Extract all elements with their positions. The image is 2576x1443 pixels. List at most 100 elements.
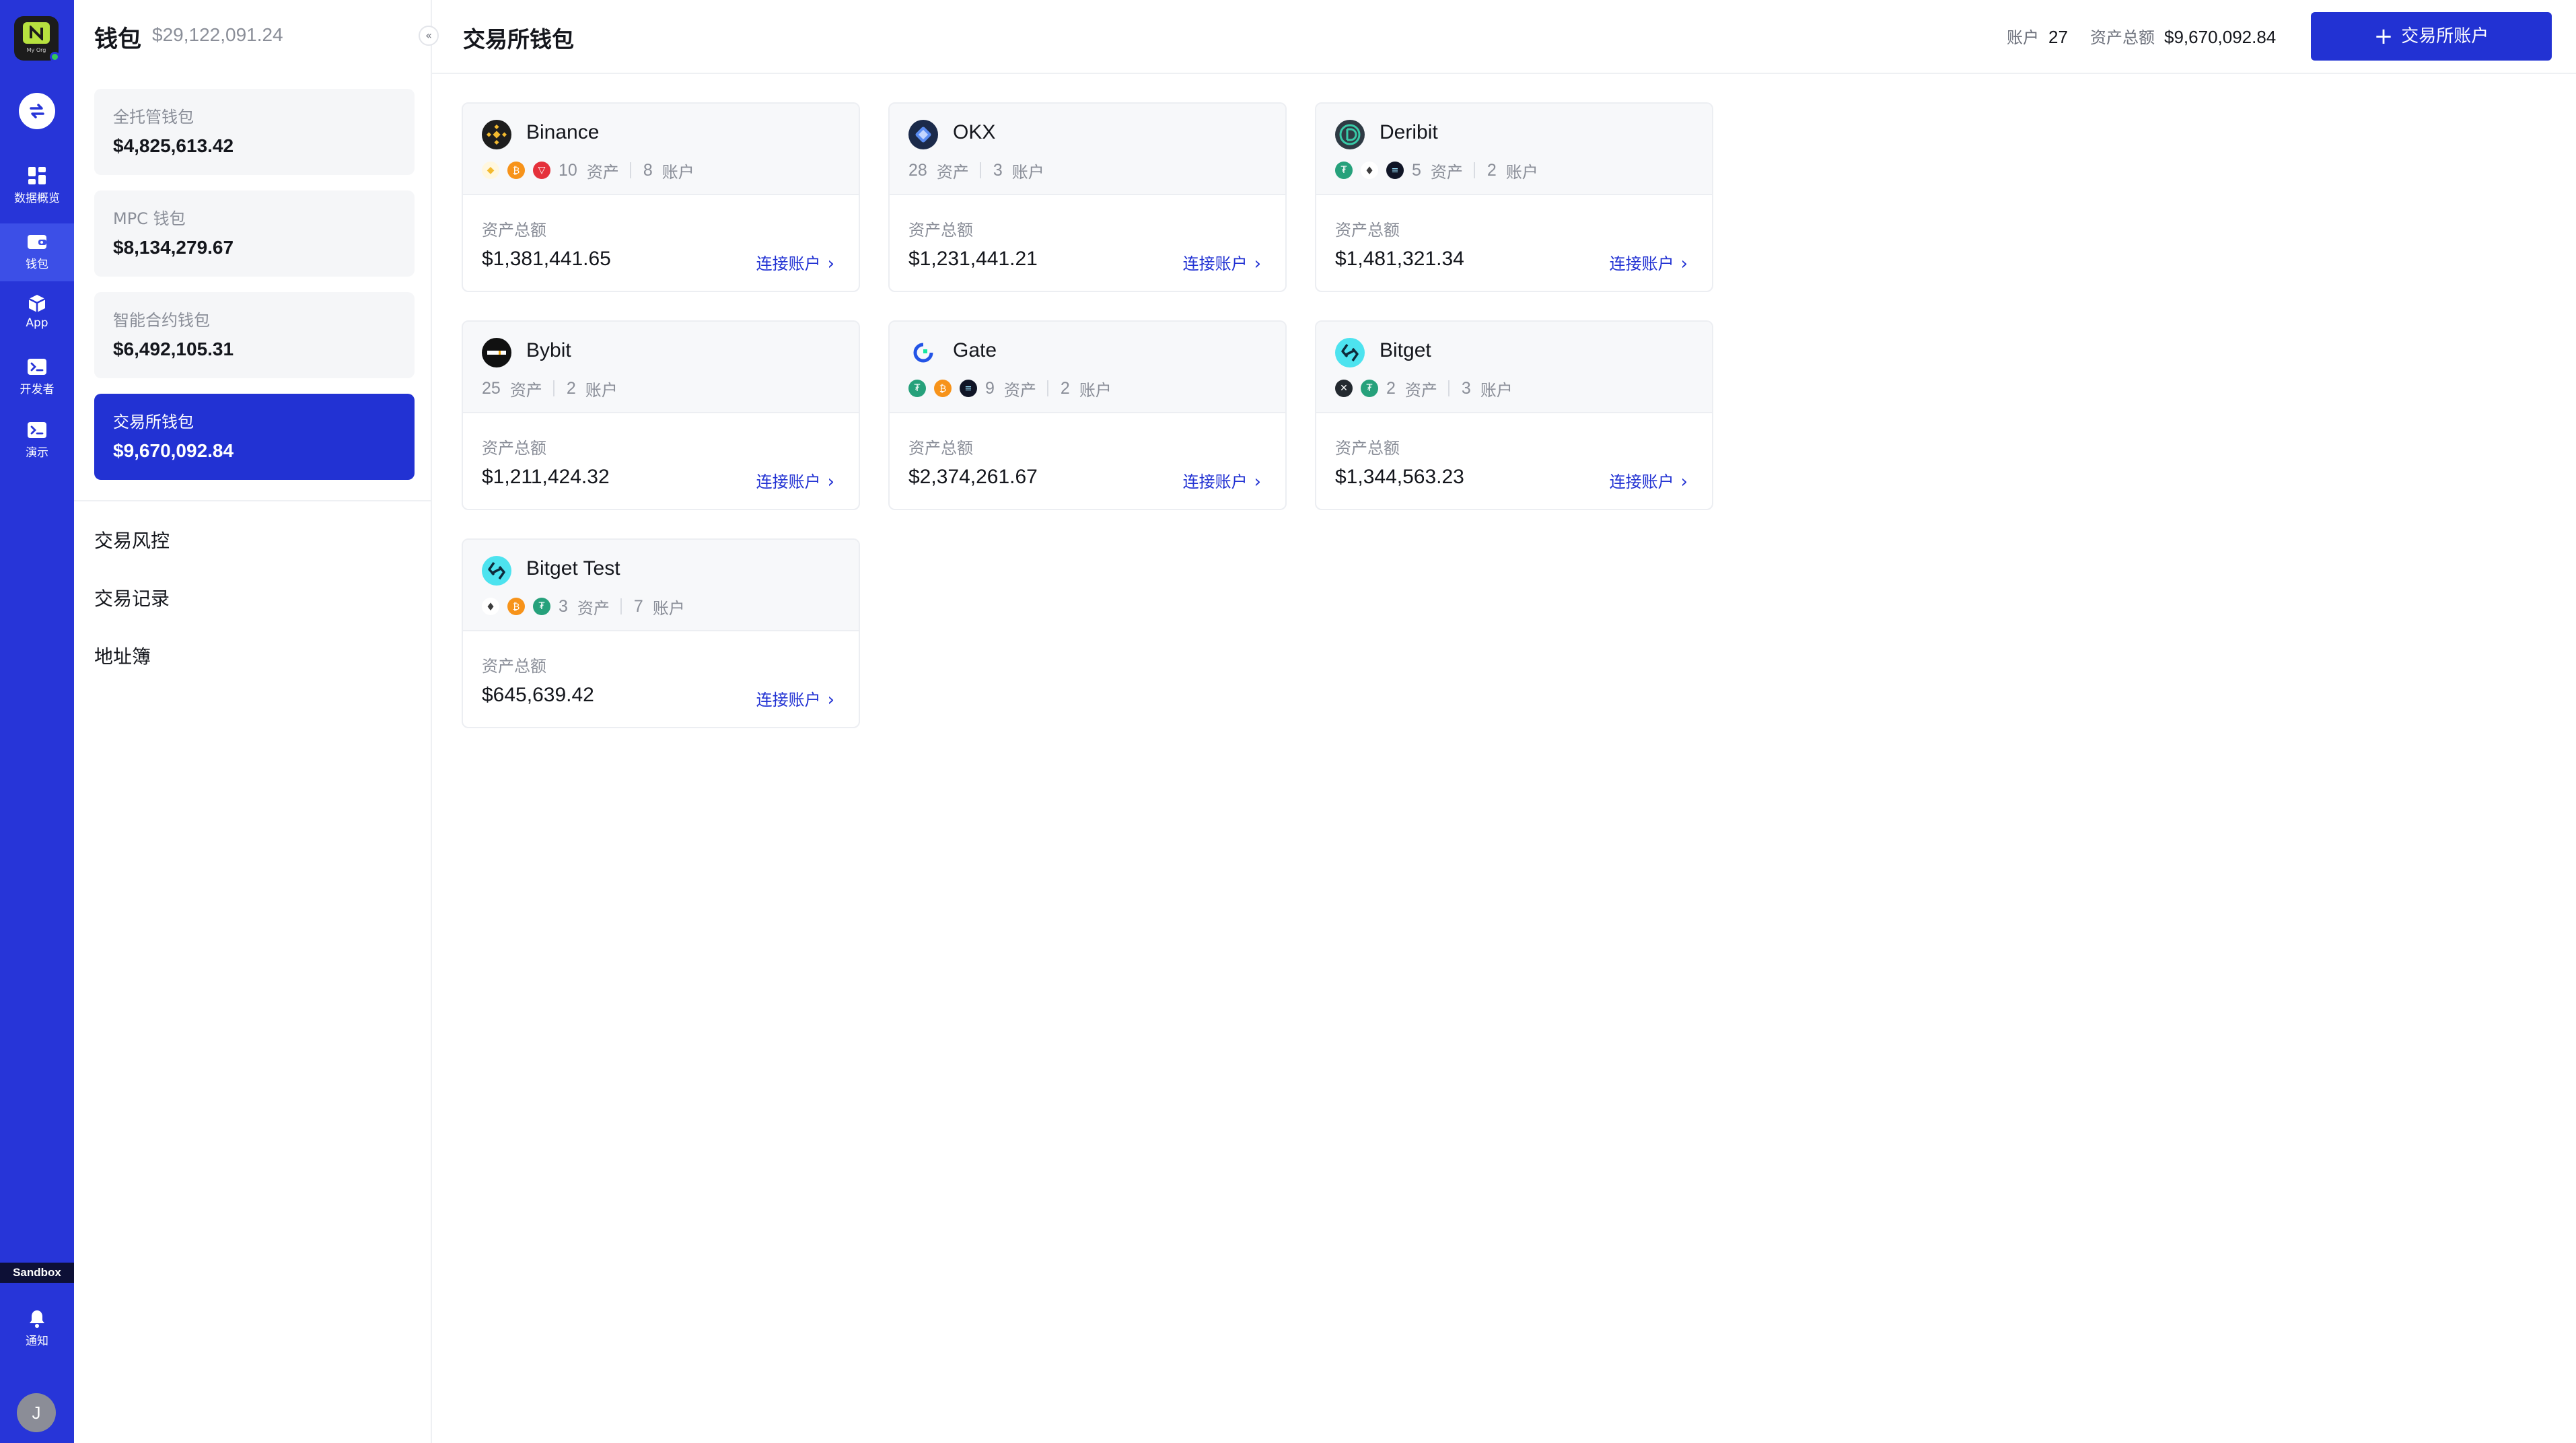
total-assets-label: 资产总额 [482, 657, 546, 676]
usdt-coin-icon: ₮ [533, 598, 550, 615]
connect-account-label: 连接账户 [1609, 472, 1674, 491]
total-assets-label: 资产总额 [1335, 221, 1400, 240]
sidebar-divider [74, 500, 431, 501]
sidebar-link-address-book[interactable]: 地址簿 [94, 642, 151, 669]
usdt-coin-icon: ₮ [908, 380, 926, 397]
total-assets-value: $1,211,424.32 [482, 466, 610, 488]
sidebar-link-transactions[interactable]: 交易记录 [94, 584, 170, 611]
exchange-meta: ✕ ₮ 2 资产 3 账户 [1335, 377, 1513, 400]
accounts-stat-value: 27 [2048, 27, 2068, 47]
wallet-card-exchange[interactable]: 交易所钱包 $9,670,092.84 [94, 394, 415, 480]
nav-app[interactable]: App [0, 293, 74, 351]
account-count-label: 账户 [1505, 162, 1538, 182]
exchange-meta: ◆ ₿ ▽ 10 资产 8 账户 [482, 159, 694, 182]
exchange-meta: ₮ ₿ ≡ 9 资产 2 账户 [908, 377, 1112, 400]
nav-wallet[interactable]: 钱包 [0, 223, 74, 281]
exchange-card-header: Bitget Test ♦ ₿ ₮ 3 资产 7 账户 [463, 540, 859, 631]
nav-demo[interactable]: 演示 [0, 420, 74, 478]
asset-count-label: 资产 [586, 162, 619, 182]
total-assets-value: $1,381,441.65 [482, 248, 611, 270]
usdt-coin-icon: ₮ [1335, 162, 1353, 179]
cube-icon [28, 295, 46, 312]
gate-logo-icon [908, 338, 938, 367]
total-assets-stat: 资产总额 $9,670,092.84 [2090, 24, 2276, 48]
asset-count: 2 [1386, 378, 1396, 398]
account-count: 2 [1487, 160, 1497, 180]
add-exchange-account-label: 交易所账户 [2401, 26, 2489, 46]
account-count-label: 账户 [652, 598, 685, 618]
account-count: 2 [1060, 378, 1070, 398]
exchange-card-header: OKX 28 资产 3 账户 [890, 104, 1285, 195]
connect-account-link[interactable]: 连接账户 › [1610, 250, 1688, 274]
bitget-logo-icon [482, 556, 511, 586]
btc-coin-icon: ₿ [507, 598, 525, 615]
plus-icon: + [2373, 23, 2394, 50]
wallet-card-value: $4,825,613.42 [113, 135, 234, 156]
bnb-coin-icon: ◆ [482, 162, 499, 179]
wallet-card-mpc[interactable]: MPC 钱包 $8,134,279.67 [94, 190, 415, 277]
exchange-card-okx[interactable]: OKX 28 资产 3 账户 资产总额 $1,231,441.21 连接账户 › [888, 102, 1287, 292]
exchange-card-bitget[interactable]: Bitget ✕ ₮ 2 资产 3 账户 资产总额 $1,344,563.23 … [1315, 320, 1713, 510]
exchange-card-gate[interactable]: Gate ₮ ₿ ≡ 9 资产 2 账户 资产总额 $2,374,261.67 … [888, 320, 1287, 510]
wallet-card-smart-contract[interactable]: 智能合约钱包 $6,492,105.31 [94, 292, 415, 378]
deribit-logo-icon [1335, 120, 1365, 149]
account-count-label: 账户 [1079, 380, 1112, 400]
nav-notifications[interactable]: 通知 [0, 1308, 74, 1366]
total-assets-value: $1,481,321.34 [1335, 248, 1464, 270]
exchange-name: Bybit [526, 339, 571, 361]
exchange-name: Bitget Test [526, 557, 620, 579]
nav-dashboard[interactable]: 数据概览 [0, 166, 74, 223]
exchange-card-header: Gate ₮ ₿ ≡ 9 资产 2 账户 [890, 322, 1285, 413]
account-count: 8 [643, 160, 653, 180]
total-assets-value: $2,374,261.67 [908, 466, 1038, 488]
account-count: 7 [633, 596, 643, 616]
connect-account-link[interactable]: 连接账户 › [1183, 250, 1261, 274]
total-assets-label: 资产总额 [908, 221, 973, 240]
avatar[interactable]: J [17, 1393, 56, 1432]
connect-account-link[interactable]: 连接账户 › [1183, 468, 1261, 492]
sol-coin-icon: ≡ [1386, 162, 1404, 179]
connect-account-label: 连接账户 [1609, 254, 1674, 273]
nav-label: 数据概览 [14, 192, 60, 205]
nav-developer[interactable]: 开发者 [0, 357, 74, 415]
nav-label: App [26, 316, 48, 330]
nav-label: 钱包 [26, 258, 48, 271]
org-logo[interactable]: My Org [14, 16, 60, 62]
wallet-icon [28, 235, 46, 249]
sidebar-link-risk-control[interactable]: 交易风控 [94, 526, 170, 553]
meta-divider [1046, 380, 1048, 396]
asset-count-label: 资产 [1430, 162, 1463, 182]
exchange-meta: ₮ ♦ ≡ 5 资产 2 账户 [1335, 159, 1538, 182]
account-count: 2 [566, 378, 576, 398]
sol-coin-icon: ≡ [960, 380, 977, 397]
connect-account-link[interactable]: 连接账户 › [756, 687, 834, 710]
exchange-card-deribit[interactable]: Deribit ₮ ♦ ≡ 5 资产 2 账户 资产总额 $1,481,321.… [1315, 102, 1713, 292]
wallet-card-label: MPC 钱包 [113, 209, 186, 228]
wallet-card-label: 智能合约钱包 [113, 311, 210, 330]
swap-button[interactable] [19, 93, 55, 129]
asset-count: 25 [482, 378, 501, 398]
exchange-card-binance[interactable]: Binance ◆ ₿ ▽ 10 资产 8 账户 资产总额 $1,381,441… [462, 102, 860, 292]
add-exchange-account-button[interactable]: + 交易所账户 [2311, 12, 2552, 61]
btc-coin-icon: ₿ [934, 380, 952, 397]
asset-count: 9 [985, 378, 995, 398]
meta-divider [979, 162, 981, 178]
meta-divider [629, 162, 631, 178]
exchange-card-bybit[interactable]: Bybit 25 资产 2 账户 资产总额 $1,211,424.32 连接账户… [462, 320, 860, 510]
sandbox-badge: Sandbox [0, 1263, 74, 1283]
page-header: 交易所钱包 账户 27 资产总额 $9,670,092.84 + 交易所账户 [432, 0, 2576, 74]
account-count-label: 账户 [1011, 162, 1044, 182]
wallet-card-custodial[interactable]: 全托管钱包 $4,825,613.42 [94, 89, 415, 175]
connect-account-link[interactable]: 连接账户 › [756, 468, 834, 492]
connect-account-label: 连接账户 [1182, 254, 1248, 273]
double-chevron-left-icon: « [425, 29, 432, 42]
sidebar-title: 钱包 [94, 26, 142, 53]
exchange-meta: 28 资产 3 账户 [908, 159, 1044, 182]
connect-account-link[interactable]: 连接账户 › [1610, 468, 1688, 492]
page-title: 交易所钱包 [463, 26, 574, 52]
swap-icon [30, 104, 44, 118]
wallet-card-value: $9,670,092.84 [113, 440, 234, 461]
exchange-card-bitget-test[interactable]: Bitget Test ♦ ₿ ₮ 3 资产 7 账户 资产总额 $645,63… [462, 538, 860, 728]
connect-account-link[interactable]: 连接账户 › [756, 250, 834, 274]
account-count-label: 账户 [1480, 380, 1513, 400]
